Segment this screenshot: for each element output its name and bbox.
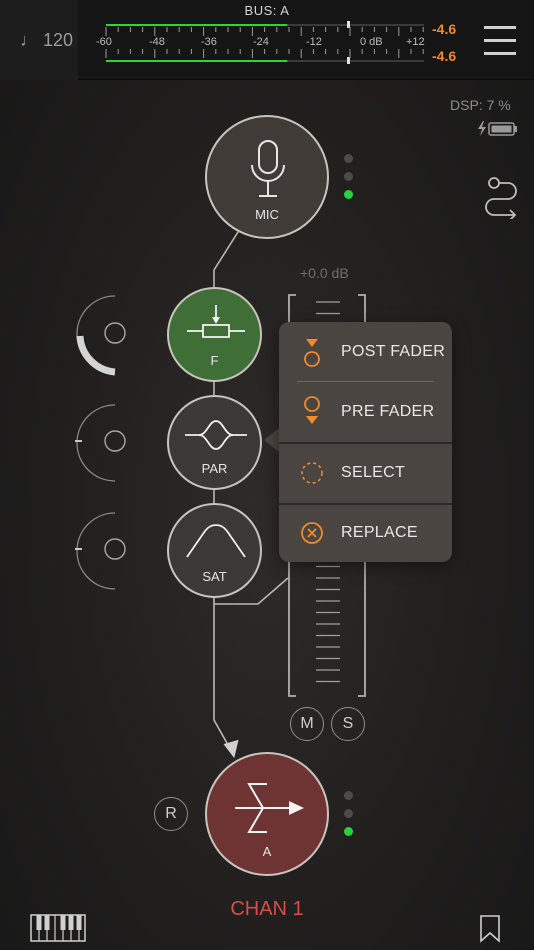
- bus-node-label: A: [262, 844, 272, 859]
- saturation-node[interactable]: SAT: [167, 503, 262, 598]
- solo-button[interactable]: S: [331, 707, 365, 741]
- mute-button[interactable]: M: [290, 707, 324, 741]
- menu-item-select[interactable]: SELECT: [279, 443, 452, 503]
- filter-amount-knob[interactable]: [74, 292, 134, 376]
- record-arm-button[interactable]: R: [154, 797, 188, 831]
- mic-input-node[interactable]: MIC: [205, 115, 329, 239]
- input-indicator-2: [344, 172, 353, 181]
- par-amount-knob[interactable]: [74, 400, 134, 484]
- input-indicator-3: [344, 190, 353, 199]
- output-indicator-1: [344, 791, 353, 800]
- output-indicator-2: [344, 809, 353, 818]
- filter-icon: [187, 305, 245, 338]
- sum-sigma-icon: [235, 783, 304, 833]
- output-indicator-3: [344, 827, 353, 836]
- microphone-icon: [251, 140, 285, 197]
- filter-node-label: F: [210, 353, 219, 368]
- node-context-menu: POST FADER PRE FADER SELECT REPLACE: [279, 322, 452, 562]
- parametric-eq-node[interactable]: PAR: [167, 395, 262, 490]
- menu-item-pre-fader[interactable]: PRE FADER: [279, 382, 452, 442]
- sat-node-label: SAT: [202, 569, 227, 584]
- select-dashed-circle-icon: [301, 462, 323, 484]
- post-fader-label: POST FADER: [341, 343, 446, 360]
- replace-x-circle-icon: [301, 522, 323, 544]
- mic-node-label: MIC: [255, 207, 279, 222]
- menu-item-post-fader[interactable]: POST FADER: [279, 322, 452, 382]
- post-fader-icon: [304, 339, 320, 367]
- pre-fader-icon: [304, 396, 320, 424]
- par-node-label: PAR: [201, 461, 228, 476]
- parametric-eq-icon: [185, 420, 247, 450]
- saturation-curve-icon: [186, 524, 246, 558]
- menu-item-replace[interactable]: REPLACE: [279, 503, 452, 563]
- replace-label: REPLACE: [341, 524, 418, 541]
- select-label: SELECT: [341, 464, 406, 481]
- bus-output-node[interactable]: A: [205, 752, 329, 876]
- bookmark-icon[interactable]: [478, 914, 502, 944]
- filter-node[interactable]: F: [167, 287, 262, 382]
- channel-name[interactable]: CHAN 1: [0, 898, 534, 921]
- sat-amount-knob[interactable]: [74, 508, 134, 592]
- input-indicator-1: [344, 154, 353, 163]
- gain-readout: +0.0 dB: [300, 265, 349, 281]
- pre-fader-label: PRE FADER: [341, 403, 435, 420]
